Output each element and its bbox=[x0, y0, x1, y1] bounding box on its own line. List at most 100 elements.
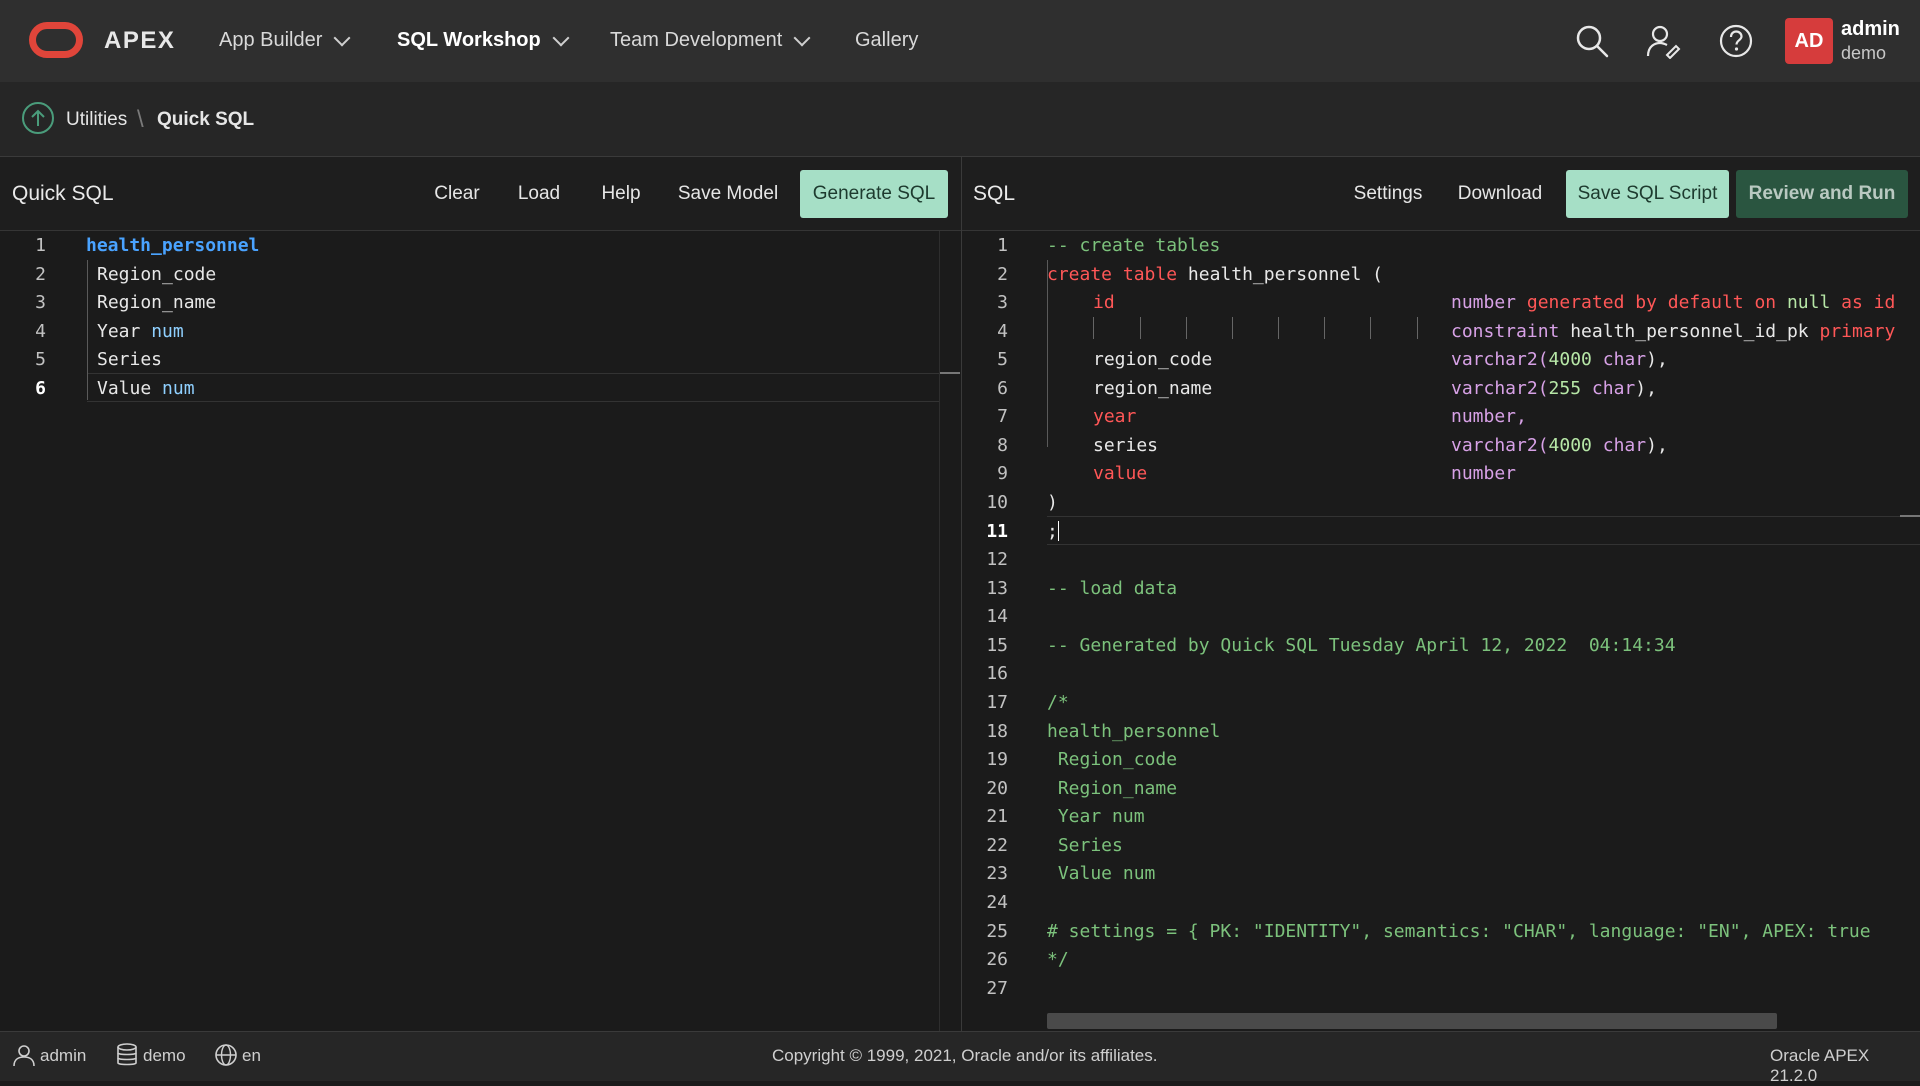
oracle-logo-icon[interactable] bbox=[29, 22, 83, 58]
line-number: 22 bbox=[986, 835, 1008, 856]
line-number: 9 bbox=[997, 463, 1008, 484]
line-number: 24 bbox=[986, 892, 1008, 913]
horizontal-scrollbar[interactable] bbox=[1047, 1013, 1777, 1029]
sql-type: char bbox=[1602, 349, 1647, 370]
line-number: 13 bbox=[986, 578, 1008, 599]
globe-icon bbox=[214, 1043, 238, 1072]
line-number: 14 bbox=[986, 606, 1008, 627]
line-number: 2 bbox=[35, 264, 46, 285]
nav-app-builder-label: App Builder bbox=[219, 29, 323, 51]
sql-number: 255 bbox=[1548, 378, 1582, 399]
column-type: num bbox=[151, 321, 184, 342]
sql-comment: Region_code bbox=[1047, 749, 1178, 770]
sql-line: id bbox=[1093, 292, 1115, 313]
nav-sql-workshop-label: SQL Workshop bbox=[397, 29, 541, 51]
indent-guide bbox=[1047, 260, 1048, 447]
line-number: 23 bbox=[986, 863, 1008, 884]
sql-line-cursor: ; bbox=[1047, 521, 1059, 542]
search-icon[interactable] bbox=[1574, 23, 1610, 59]
sql-column: year bbox=[1093, 406, 1137, 427]
brand-name[interactable]: APEX bbox=[104, 27, 175, 55]
sql-column: value bbox=[1093, 463, 1148, 484]
indent-guide bbox=[1324, 317, 1325, 339]
help-button[interactable]: Help bbox=[588, 170, 654, 218]
generate-sql-button[interactable]: Generate SQL bbox=[800, 170, 948, 218]
user-name[interactable]: admin bbox=[1841, 18, 1900, 41]
line-number: 18 bbox=[986, 721, 1008, 742]
sql-comment: Series bbox=[1047, 835, 1123, 856]
sql-comment: -- load data bbox=[1047, 578, 1178, 599]
sql-punctuation: ), bbox=[1646, 435, 1668, 456]
sql-number: 4000 bbox=[1548, 349, 1592, 370]
settings-button[interactable]: Settings bbox=[1340, 170, 1436, 218]
user-icon bbox=[12, 1043, 36, 1072]
sql-column: id bbox=[1093, 292, 1115, 313]
chevron-down-icon bbox=[552, 29, 570, 46]
sql-output-editor[interactable]: 1 2 3 4 5 6 7 8 9 10 11 12 13 14 15 16 1… bbox=[962, 231, 1920, 1031]
chevron-down-icon bbox=[333, 29, 351, 46]
up-arrow-icon[interactable] bbox=[22, 102, 54, 134]
line-number: 1 bbox=[997, 235, 1008, 256]
footer-user[interactable]: admin bbox=[40, 1046, 86, 1066]
line-number: 5 bbox=[35, 349, 46, 370]
database-icon bbox=[116, 1043, 138, 1072]
avatar[interactable]: AD bbox=[1785, 18, 1833, 64]
sql-keyword: null bbox=[1786, 292, 1831, 313]
line-number: 3 bbox=[997, 292, 1008, 313]
quick-sql-title: Quick SQL bbox=[12, 182, 114, 205]
load-button[interactable]: Load bbox=[506, 170, 572, 218]
line-number: 8 bbox=[997, 435, 1008, 456]
sql-punctuation: ), bbox=[1646, 349, 1668, 370]
breadcrumb-utilities[interactable]: Utilities bbox=[66, 109, 127, 131]
nav-gallery[interactable]: Gallery bbox=[855, 29, 918, 52]
line-number: 4 bbox=[35, 321, 46, 342]
nav-team-development[interactable]: Team Development bbox=[610, 29, 811, 52]
column-line: Value num bbox=[97, 378, 195, 399]
line-number: 1 bbox=[35, 235, 46, 256]
indent-guide bbox=[1278, 317, 1279, 339]
help-icon[interactable] bbox=[1718, 23, 1754, 59]
footer-workspace[interactable]: demo bbox=[143, 1046, 186, 1066]
column-name: Region_code bbox=[97, 264, 217, 285]
review-and-run-button[interactable]: Review and Run bbox=[1736, 170, 1908, 218]
line-number-current: 6 bbox=[35, 378, 46, 399]
line-number: 4 bbox=[997, 321, 1008, 342]
quick-sql-editor[interactable]: 1 2 3 4 5 6 health_personnel Region_code… bbox=[0, 231, 961, 1031]
sql-keyword: primary bbox=[1819, 321, 1896, 342]
scrollbar-marker[interactable] bbox=[1900, 515, 1920, 517]
line-number: 6 bbox=[997, 378, 1008, 399]
sql-comment: */ bbox=[1047, 949, 1069, 970]
sql-comment: -- create tables bbox=[1047, 235, 1221, 256]
sql-constraint-name: health_personnel_id_pk bbox=[1570, 321, 1809, 342]
indent-guide bbox=[1370, 317, 1371, 339]
column-name: Region_name bbox=[97, 292, 217, 313]
sql-punctuation: ) bbox=[1047, 492, 1058, 513]
column-name: Value bbox=[97, 378, 152, 399]
sql-type: number bbox=[1451, 292, 1517, 313]
user-workspace[interactable]: demo bbox=[1841, 43, 1886, 64]
current-line-highlight bbox=[87, 373, 939, 402]
sql-comment: Value num bbox=[1047, 863, 1156, 884]
nav-sql-workshop[interactable]: SQL Workshop bbox=[397, 29, 570, 52]
save-sql-script-button[interactable]: Save SQL Script bbox=[1566, 170, 1729, 218]
line-number: 3 bbox=[35, 292, 46, 313]
indent-guide bbox=[1232, 317, 1233, 339]
nav-app-builder[interactable]: App Builder bbox=[219, 29, 351, 52]
save-model-button[interactable]: Save Model bbox=[672, 170, 784, 218]
user-settings-icon[interactable] bbox=[1645, 23, 1681, 60]
footer-language[interactable]: en bbox=[242, 1046, 261, 1066]
sql-comment: Region_name bbox=[1047, 778, 1178, 799]
column-type: num bbox=[162, 378, 195, 399]
current-line-highlight bbox=[1047, 516, 1920, 545]
sql-type: varchar2( bbox=[1451, 378, 1549, 399]
breadcrumb-quick-sql: Quick SQL bbox=[157, 109, 255, 130]
clear-button[interactable]: Clear bbox=[422, 170, 492, 218]
sql-type: varchar2( bbox=[1451, 349, 1549, 370]
column-name: Series bbox=[97, 349, 163, 370]
footer-version: Oracle APEX 21.2.0 bbox=[1770, 1046, 1870, 1085]
column-name: Year bbox=[97, 321, 141, 342]
scrollbar-marker[interactable] bbox=[940, 372, 960, 374]
download-button[interactable]: Download bbox=[1450, 170, 1550, 218]
sql-keyword: constraint bbox=[1451, 321, 1560, 342]
sql-line: varchar2(255 char), bbox=[1451, 378, 1657, 399]
